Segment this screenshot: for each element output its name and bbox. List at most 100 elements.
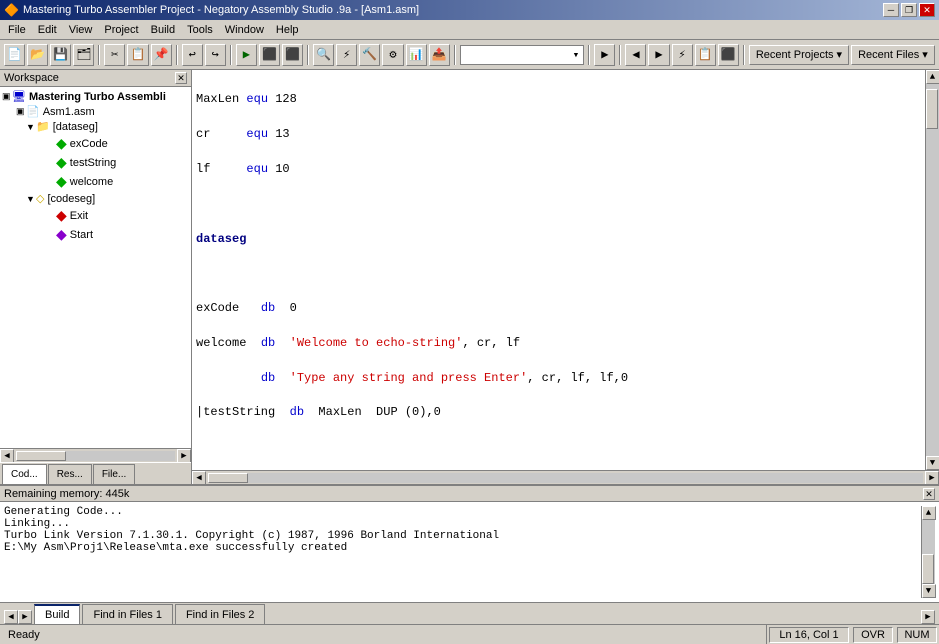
separator-4 [307,45,309,65]
paste-button[interactable]: 📌 [151,44,172,66]
separator-5 [454,45,456,65]
tab-scroll-right[interactable]: ▶ [18,610,32,624]
code-line: lf equ 10 [196,162,290,176]
menu-edit[interactable]: Edit [32,20,63,39]
menu-build[interactable]: Build [145,20,181,39]
menu-help[interactable]: Help [270,20,305,39]
tree-item-exit[interactable]: ◆ Exit [2,206,189,225]
macro-dropdown[interactable]: ▾ [460,45,585,65]
ws-scroll-right[interactable]: ▶ [177,449,191,463]
tab-right-scroll-btn[interactable]: ▶ [921,610,935,624]
new-button[interactable]: 📄 [4,44,25,66]
folder-icon: 📁 [36,120,50,133]
code-line: cr equ 13 [196,127,290,141]
recent-files-button[interactable]: Recent Files ▾ [851,45,935,65]
open-button[interactable]: 📂 [27,44,48,66]
dropdown-arrow: ▾ [573,48,580,62]
menu-window[interactable]: Window [219,20,270,39]
tab-res[interactable]: Res... [48,464,92,484]
misc-btn-2[interactable]: ⬛ [282,44,303,66]
code-line: db 'Type any string and press Enter', cr… [196,371,628,385]
misc-btn-12[interactable]: 📋 [695,44,716,66]
separator-1 [98,45,100,65]
editor-v-scrollbar: ▲ ▼ [925,70,939,470]
misc-btn-10[interactable]: ▶ [648,44,669,66]
bottom-scroll-up[interactable]: ▲ [922,506,936,520]
tree-expand-project: ▣ [2,91,12,102]
workspace-close-button[interactable]: ✕ [175,72,187,84]
editor-scroll-left[interactable]: ◀ [192,471,206,485]
bottom-panel-header: Remaining memory: 445k ✕ [0,486,939,502]
workspace-header: Workspace ✕ [0,70,191,87]
green-dot-icon2: ◆ [56,154,67,171]
recent-projects-button[interactable]: Recent Projects ▾ [749,45,849,65]
run-button[interactable]: ▶ [236,44,257,66]
bottom-panel-close[interactable]: ✕ [923,488,935,500]
tree-item-start[interactable]: ◆ Start [2,225,189,244]
separator-7 [619,45,621,65]
status-ready: Ready [0,625,767,644]
redo-button[interactable]: ↪ [205,44,226,66]
editor-scroll-right[interactable]: ▶ [925,471,939,485]
green-dot-icon: ◆ [56,135,67,152]
tree-label-start: Start [70,229,93,241]
save-button[interactable]: 💾 [50,44,71,66]
misc-btn-3[interactable]: 🔍 [313,44,334,66]
tree-label-project: Mastering Turbo Assembli [29,91,166,103]
window-title: Mastering Turbo Assembler Project - Nega… [23,4,419,16]
tab-cod[interactable]: Cod... [2,464,47,484]
bottom-scroll-down[interactable]: ▼ [922,584,936,598]
separator-2 [176,45,178,65]
code-line: dataseg [196,232,246,246]
copy-button[interactable]: 📋 [127,44,148,66]
tree-item-asm1[interactable]: ▣ 📄 Asm1.asm [2,104,189,119]
bottom-tabs: ◀ ▶ Build Find in Files 1 Find in Files … [0,602,939,624]
tree-item-codeseg[interactable]: ▼ ◇ [codeseg] [2,191,189,206]
project-icon: 🖥 [12,90,26,103]
tree-item-teststring[interactable]: ◆ testString [2,153,189,172]
undo-button[interactable]: ↩ [182,44,203,66]
misc-btn-6[interactable]: ⚙ [382,44,403,66]
tree-expand-asm1: ▣ [16,106,26,117]
misc-btn-7[interactable]: 📊 [406,44,427,66]
menu-tools[interactable]: Tools [181,20,219,39]
restore-button[interactable]: ❐ [901,3,917,17]
minimize-button[interactable]: ─ [883,3,899,17]
tree-item-project[interactable]: ▣ 🖥 Mastering Turbo Assembli [2,89,189,104]
tab-scroll-left[interactable]: ◀ [4,610,18,624]
misc-btn-1[interactable]: ⬛ [259,44,280,66]
go-button[interactable]: ▶ [594,44,615,66]
tree-item-welcome[interactable]: ◆ welcome [2,172,189,191]
separator-6 [588,45,590,65]
tree-item-dataseg[interactable]: ▼ 📁 [dataseg] [2,119,189,134]
tab-build[interactable]: Build [34,604,80,624]
green-dot-icon3: ◆ [56,173,67,190]
misc-btn-9[interactable]: ◀ [625,44,646,66]
scroll-up-button[interactable]: ▲ [926,70,939,84]
misc-btn-13[interactable]: ⬛ [718,44,739,66]
tab-find-files-1[interactable]: Find in Files 1 [82,604,172,624]
folder-icon2: ◇ [36,192,44,205]
scroll-down-button[interactable]: ▼ [926,456,939,470]
misc-btn-4[interactable]: ⚡ [336,44,357,66]
misc-btn-11[interactable]: ⚡ [672,44,693,66]
tab-file[interactable]: File... [93,464,135,484]
menu-view[interactable]: View [63,20,99,39]
tree-item-excode[interactable]: ◆ exCode [2,134,189,153]
tree-label-welcome: welcome [70,176,113,188]
menu-file[interactable]: File [2,20,32,39]
misc-btn-8[interactable]: 📤 [429,44,450,66]
ws-scroll-left[interactable]: ◀ [0,449,14,463]
tab-find-files-2[interactable]: Find in Files 2 [175,604,265,624]
tab-scroll-buttons: ◀ ▶ [4,610,32,624]
menu-project[interactable]: Project [98,20,144,39]
misc-btn-5[interactable]: 🔨 [359,44,380,66]
status-ovr: OVR [853,627,893,643]
workspace-tabs: Cod... Res... File... [0,462,191,484]
close-button[interactable]: ✕ [919,3,935,17]
code-editor[interactable]: MaxLen equ 128 cr equ 13 lf equ 10 datas… [192,70,925,470]
save-all-button[interactable]: 🗂 [73,44,94,66]
cut-button[interactable]: ✂ [104,44,125,66]
toolbar: 📄 📂 💾 🗂 ✂ 📋 📌 ↩ ↪ ▶ ⬛ ⬛ 🔍 ⚡ 🔨 ⚙ 📊 📤 ▾ ▶ [0,40,939,70]
app-icon: 🔶 [4,3,19,17]
